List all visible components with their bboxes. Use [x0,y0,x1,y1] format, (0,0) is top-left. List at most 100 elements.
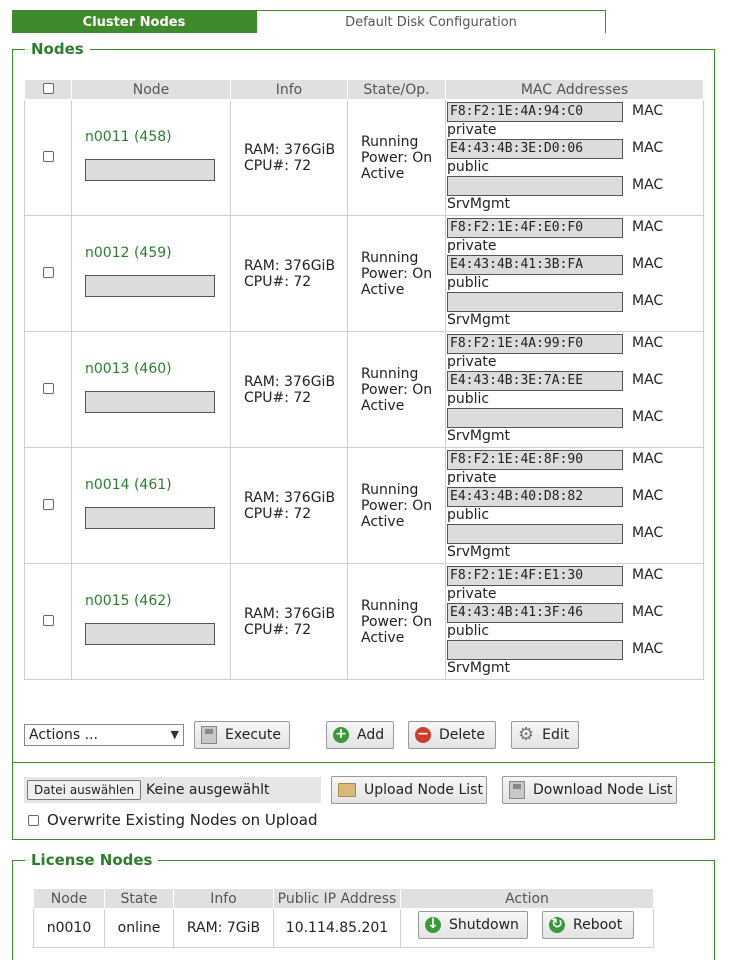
mac-entry-public: E4:43:4B:40:D8:82 MAC public [447,487,702,524]
mac-type-label: MAC [632,451,664,467]
mac-input[interactable]: E4:43:4B:3E:7A:EE [447,371,623,391]
mac-entry-private: F8:F2:1E:4A:99:F0 MAC private [447,334,702,371]
node-cell: n0015 (462) [71,563,231,680]
mac-cell: F8:F2:1E:4A:99:F0 MAC private E4:43:4B:3E… [445,331,704,448]
mac-type-label: MAC [632,103,664,119]
mac-entry-srvmgmt: MAC SrvMgmt [447,640,702,677]
mac-type-label: MAC [632,604,664,620]
section-divider [12,762,715,763]
mac-type-label: MAC [632,256,664,272]
node-link[interactable]: n0015 (462) [72,593,230,609]
mac-type-label: MAC [632,140,664,156]
reboot-label: Reboot [573,917,623,933]
lic-col-ip: Public IP Address [273,888,401,909]
node-alias-input[interactable] [85,506,215,529]
node-cell: n0012 (459) [71,215,231,332]
mac-input[interactable]: E4:43:4B:40:D8:82 [447,487,623,507]
info-cell: RAM: 376GiB CPU#: 72 [230,99,348,216]
mac-type-label: MAC [632,293,664,309]
actions-select[interactable]: Actions ... ▼ [24,724,184,746]
node-cell: n0013 (460) [71,331,231,448]
shutdown-button[interactable]: ↓ Shutdown [418,911,528,939]
state-active: Active [361,397,405,414]
node-cell: n0014 (461) [71,447,231,564]
mac-cell: F8:F2:1E:4E:8F:90 MAC private E4:43:4B:40… [445,447,704,564]
upload-node-list-button[interactable]: Upload Node List [331,776,487,804]
mac-input[interactable]: F8:F2:1E:4E:8F:90 [447,450,623,470]
state-running: Running [361,133,419,150]
mac-input[interactable] [447,292,623,312]
node-alias-input[interactable] [85,390,215,413]
mac-type-label: MAC [632,335,664,351]
lic-col-info: Info [173,888,274,909]
download-node-list-button[interactable]: Download Node List [502,776,677,804]
overwrite-checkbox[interactable] [28,814,39,826]
reboot-button[interactable]: ↻ Reboot [542,911,634,939]
delete-button[interactable]: − Delete [408,721,496,749]
cpu-text: CPU#: 72 [244,157,312,174]
add-button[interactable]: + Add [326,721,394,749]
row-checkbox[interactable] [42,382,54,394]
refresh-icon: ↻ [549,917,565,933]
state-cell: Running Power: On Active [347,331,446,448]
cpu-text: CPU#: 72 [244,273,312,290]
row-checkbox[interactable] [42,266,54,278]
row-checkbox[interactable] [42,498,54,510]
node-link[interactable]: n0012 (459) [72,245,230,261]
node-alias-input[interactable] [85,622,215,645]
add-label: Add [357,727,385,743]
mac-input[interactable]: E4:43:4B:41:3F:46 [447,603,623,623]
select-all-header [24,79,72,100]
mac-input[interactable] [447,408,623,428]
node-link[interactable]: n0011 (458) [72,129,230,145]
state-running: Running [361,597,419,614]
column-header-node: Node [71,79,231,100]
mac-entry-public: E4:43:4B:3E:7A:EE MAC public [447,371,702,408]
row-select-cell [24,331,72,448]
mac-entry-private: F8:F2:1E:4A:94:C0 MAC private [447,102,702,139]
row-checkbox[interactable] [42,150,54,162]
mac-entry-private: F8:F2:1E:4E:8F:90 MAC private [447,450,702,487]
state-power: Power: On [361,613,433,630]
mac-input[interactable] [447,176,623,196]
mac-entry-private: F8:F2:1E:4F:E0:F0 MAC private [447,218,702,255]
lic-ip: 10.114.85.201 [273,908,401,948]
lic-info: RAM: 7GiB [173,908,274,948]
mac-input[interactable]: E4:43:4B:41:3B:FA [447,255,623,275]
state-power: Power: On [361,381,433,398]
mac-input[interactable] [447,524,623,544]
mac-network-label: private [447,122,497,138]
upload-label: Upload Node List [364,782,483,798]
save-disk-icon [201,726,217,744]
lic-col-state: State [104,888,174,909]
mac-input[interactable] [447,640,623,660]
node-link[interactable]: n0014 (461) [72,477,230,493]
row-checkbox[interactable] [42,614,54,626]
mac-network-label: SrvMgmt [447,196,511,212]
nodes-table-header: Node Info State/Op. MAC Addresses [24,79,704,100]
node-alias-input[interactable] [85,158,215,181]
mac-input[interactable]: F8:F2:1E:4A:99:F0 [447,334,623,354]
tab-default-disk-configuration[interactable]: Default Disk Configuration [256,10,606,33]
mac-network-label: public [447,507,490,523]
tab-cluster-nodes[interactable]: Cluster Nodes [12,10,256,33]
mac-type-label: MAC [632,488,664,504]
node-alias-input[interactable] [85,274,215,297]
select-all-checkbox[interactable] [42,82,54,94]
state-cell: Running Power: On Active [347,99,446,216]
choose-file-button[interactable]: Datei auswählen [27,780,142,800]
edit-button[interactable]: ⚙ Edit [511,721,579,749]
mac-input[interactable]: F8:F2:1E:4F:E0:F0 [447,218,623,238]
overwrite-option[interactable]: Overwrite Existing Nodes on Upload [28,811,317,829]
mac-input[interactable]: F8:F2:1E:4F:E1:30 [447,566,623,586]
mac-type-label: MAC [632,177,664,193]
state-cell: Running Power: On Active [347,563,446,680]
state-active: Active [361,165,405,182]
execute-button[interactable]: Execute [194,721,290,749]
mac-input[interactable]: E4:43:4B:3E:D0:06 [447,139,623,159]
mac-network-label: SrvMgmt [447,544,511,560]
ram-text: RAM: 376GiB [244,489,336,506]
row-select-cell [24,447,72,564]
node-link[interactable]: n0013 (460) [72,361,230,377]
mac-input[interactable]: F8:F2:1E:4A:94:C0 [447,102,623,122]
